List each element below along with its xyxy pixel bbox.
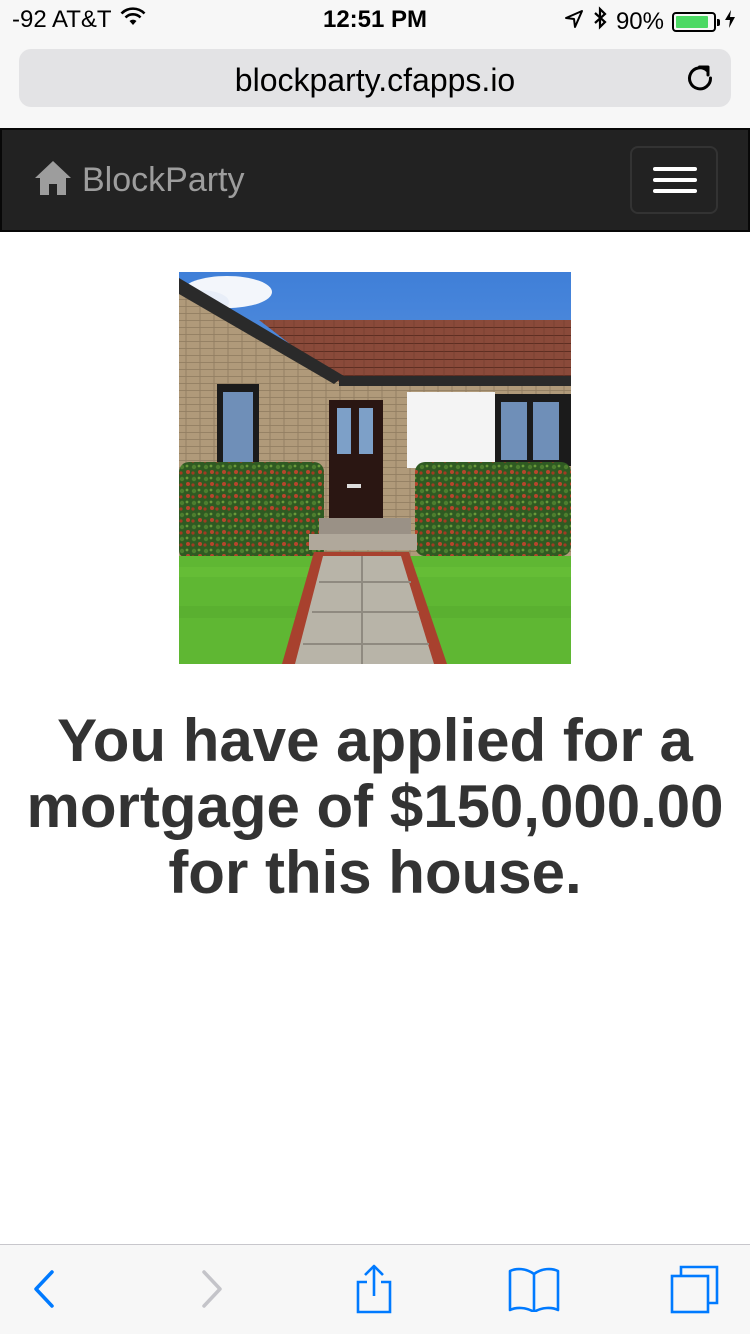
share-button[interactable] xyxy=(346,1264,402,1319)
share-icon xyxy=(354,1264,394,1319)
bookmarks-icon xyxy=(508,1266,560,1317)
brand-name: BlockParty xyxy=(82,161,245,199)
back-button[interactable] xyxy=(16,1265,72,1317)
status-bar: -92 AT&T 12:51 PM 90% xyxy=(0,0,750,40)
mortgage-confirmation-message: You have applied for a mortgage of $150,… xyxy=(26,707,724,906)
address-bar[interactable]: blockparty.cfapps.io xyxy=(19,49,731,107)
battery-icon xyxy=(672,11,720,32)
charging-icon xyxy=(724,8,736,36)
battery-percent: 90% xyxy=(615,7,664,35)
home-icon xyxy=(34,160,72,201)
brand-link[interactable]: BlockParty xyxy=(34,160,245,201)
tabs-icon xyxy=(669,1264,719,1319)
menu-toggle-button[interactable] xyxy=(630,146,718,214)
back-icon xyxy=(32,1269,56,1314)
forward-button[interactable] xyxy=(184,1265,240,1317)
hamburger-icon xyxy=(653,178,697,182)
tabs-button[interactable] xyxy=(666,1265,722,1317)
reload-icon[interactable] xyxy=(683,61,717,95)
battery-fill xyxy=(676,15,709,28)
bookmarks-button[interactable] xyxy=(506,1265,562,1317)
status-right: 90% xyxy=(564,6,736,37)
forward-icon xyxy=(200,1269,224,1314)
location-arrow-icon xyxy=(564,8,584,36)
bluetooth-icon xyxy=(592,6,608,37)
browser-toolbar xyxy=(0,1244,750,1334)
site-navbar: BlockParty xyxy=(0,128,750,232)
hamburger-icon xyxy=(653,189,697,193)
url-text: blockparty.cfapps.io xyxy=(234,62,516,98)
battery-tip xyxy=(717,18,720,26)
browser-chrome: blockparty.cfapps.io xyxy=(0,40,750,128)
hamburger-icon xyxy=(653,167,697,171)
house-image xyxy=(179,272,571,664)
